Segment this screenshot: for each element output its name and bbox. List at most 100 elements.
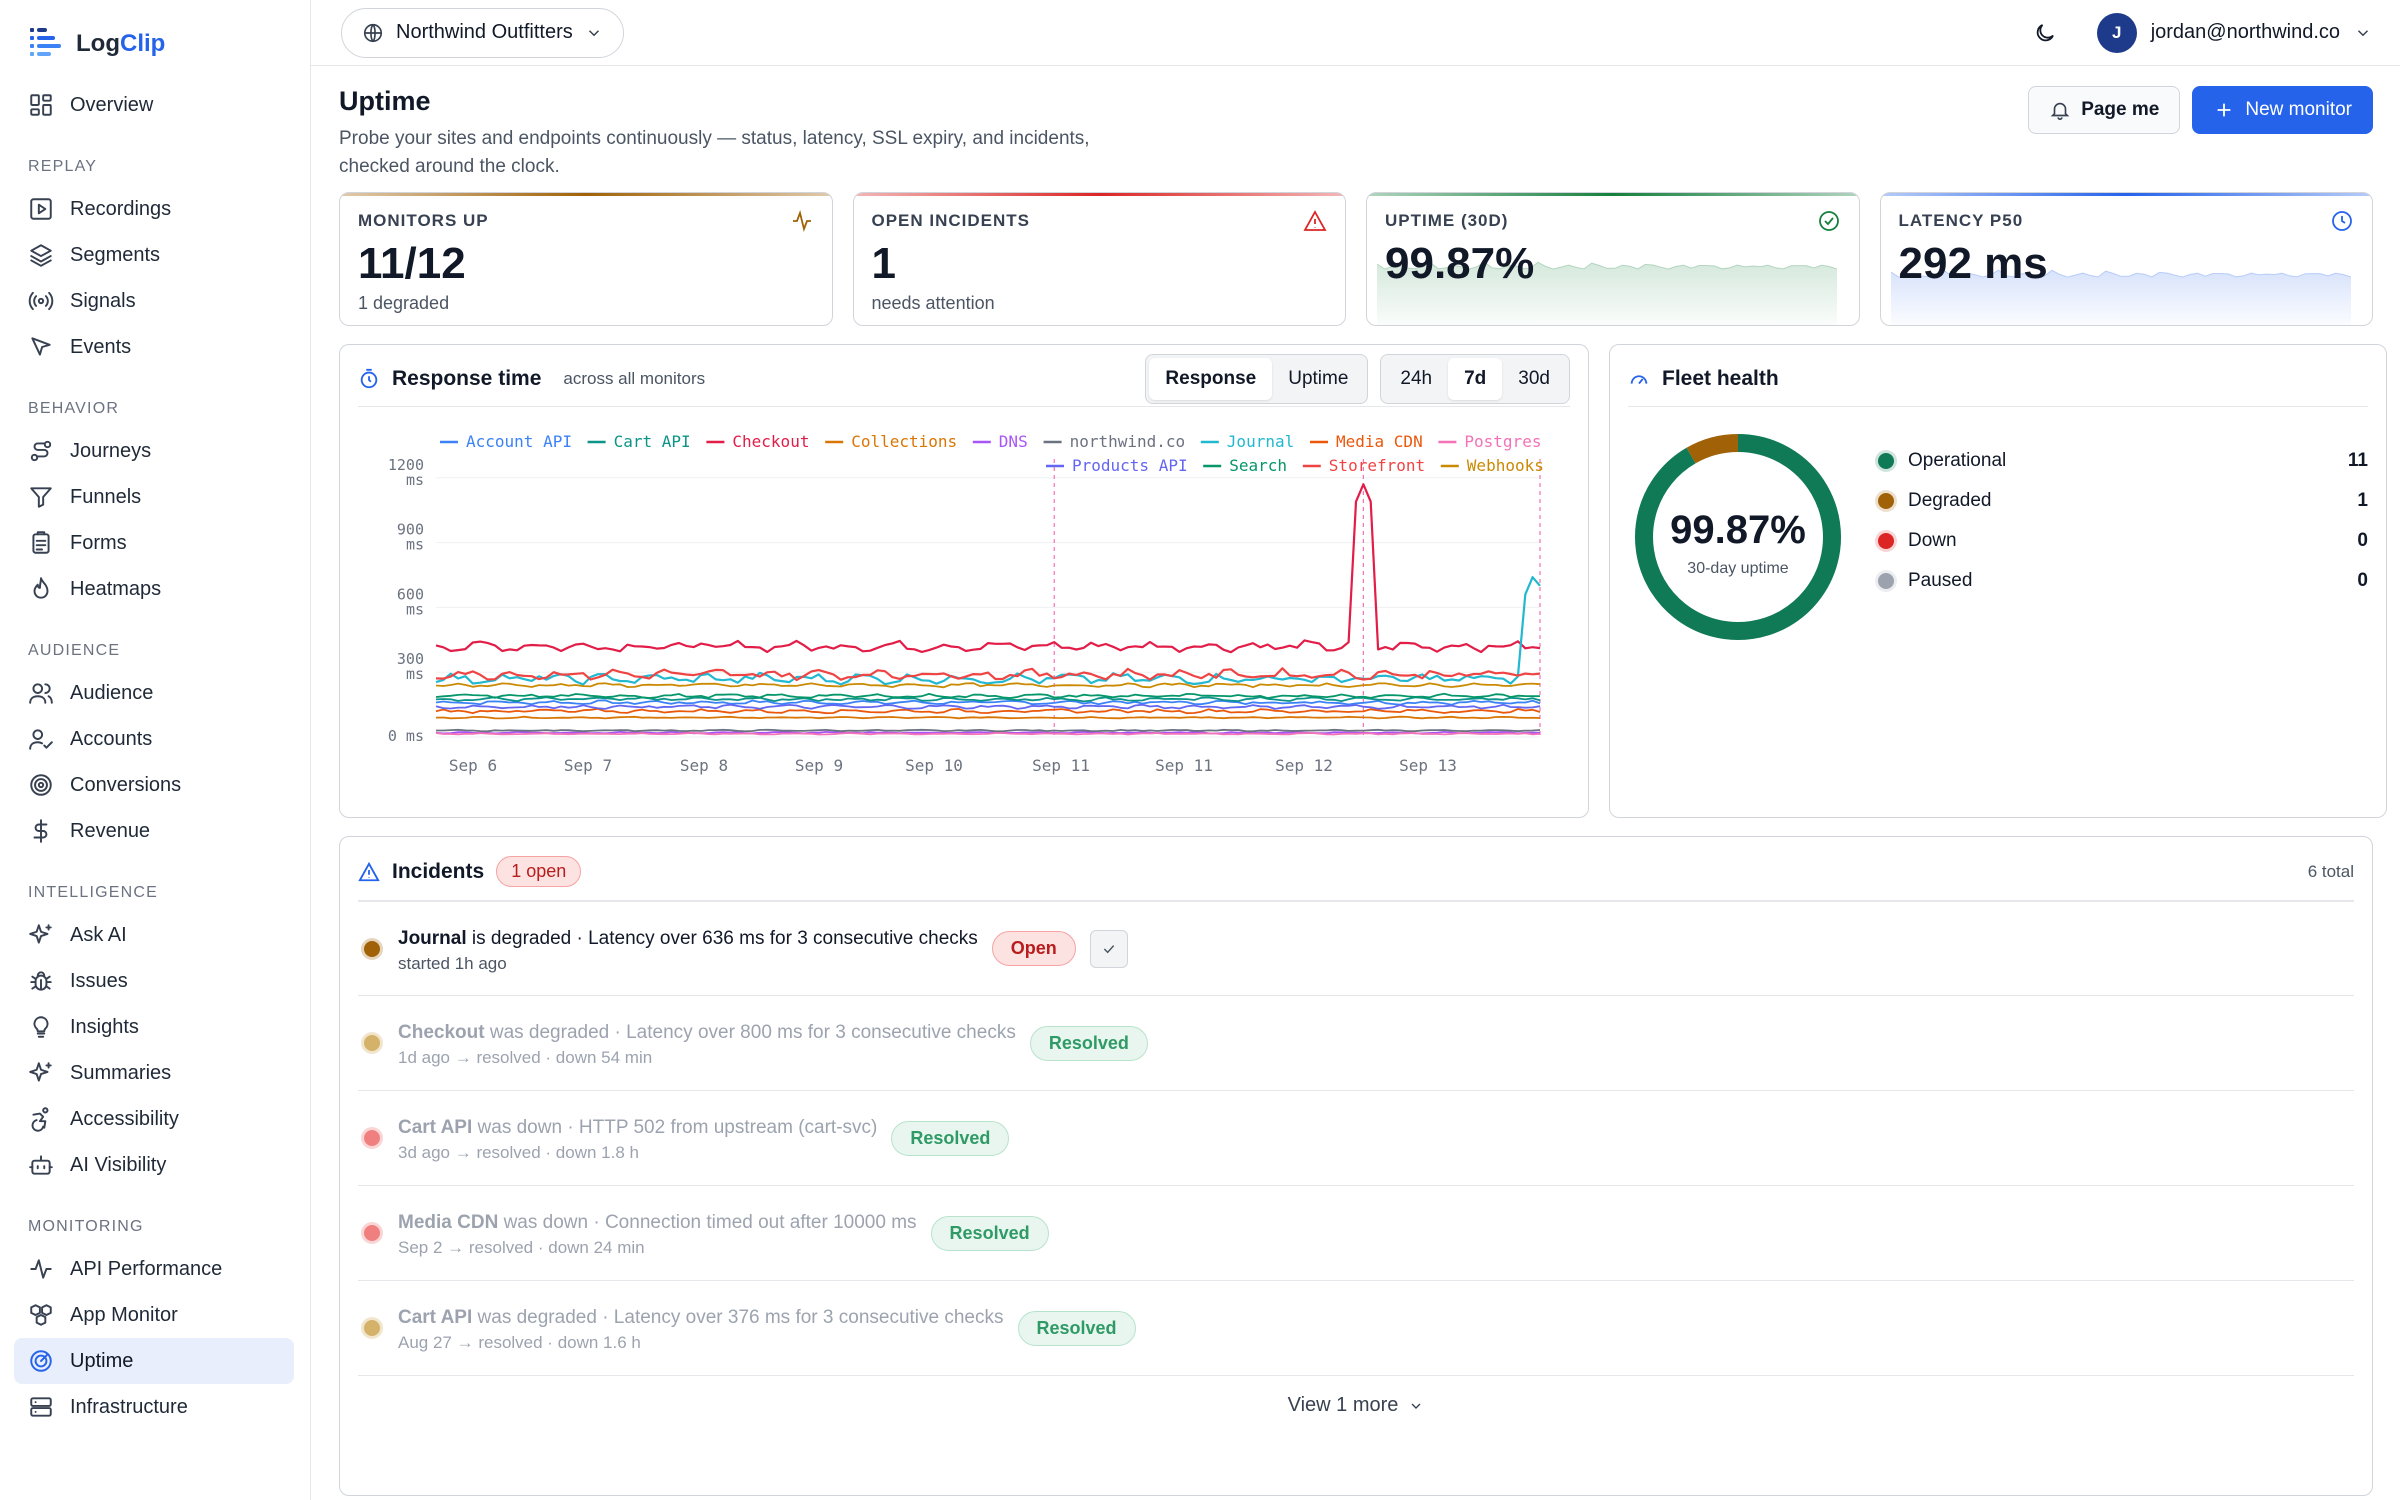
- sidebar-item-audience[interactable]: Audience: [14, 670, 294, 716]
- logo-text: LogClip: [76, 30, 166, 57]
- sidebar-item-funnels[interactable]: Funnels: [14, 474, 294, 520]
- clipboard-icon: [32, 531, 50, 554]
- kpi-sub: needs attention: [871, 293, 995, 313]
- sidebar-item-conversions[interactable]: Conversions: [14, 762, 294, 808]
- incident-detail: · Latency over 800 ms for 3 consecutive …: [609, 1022, 1016, 1043]
- sidebar-item-label: Ask AI: [70, 923, 127, 946]
- incident-monitor[interactable]: Journal: [398, 928, 467, 949]
- range-30d[interactable]: 30d: [1502, 358, 1566, 400]
- incident-row[interactable]: Journal is degraded · Latency over 636 m…: [358, 901, 2354, 996]
- incident-monitor[interactable]: Cart API: [398, 1117, 472, 1138]
- incident-row[interactable]: Cart API was degraded · Latency over 376…: [358, 1281, 2354, 1376]
- sidebar-item-label: Conversions: [70, 773, 182, 796]
- legend-count: 11: [2347, 450, 2368, 471]
- legend-item[interactable]: DNS: [972, 432, 1028, 451]
- play-square-icon: [30, 198, 52, 220]
- sidebar-item-insights[interactable]: Insights: [14, 1004, 294, 1050]
- legend-label: Products API: [1072, 456, 1188, 475]
- legend-label: Account API: [466, 432, 572, 451]
- range-7d[interactable]: 7d: [1448, 357, 1503, 400]
- legend-item[interactable]: Postgres: [1438, 432, 1541, 451]
- incident-monitor[interactable]: Checkout: [398, 1022, 485, 1043]
- server-icon: [30, 1397, 52, 1417]
- sidebar-item-accounts[interactable]: Accounts: [14, 716, 294, 762]
- sidebar-item-app-monitor[interactable]: App Monitor: [14, 1292, 294, 1338]
- legend-item[interactable]: Webhooks: [1440, 456, 1544, 475]
- incident-row[interactable]: Cart API was down · HTTP 502 from upstre…: [358, 1091, 2354, 1186]
- incident-row[interactable]: Checkout was degraded · Latency over 800…: [358, 996, 2354, 1091]
- fleet-donut: 99.87% 30-day uptime: [1635, 434, 1841, 640]
- legend-item[interactable]: Storefront: [1302, 456, 1425, 475]
- incident-status-badge: Open: [991, 931, 1076, 966]
- mode-response[interactable]: Response: [1149, 357, 1273, 400]
- incident-meta: 1d ago → resolved · down 54 min: [398, 1048, 653, 1067]
- legend-item[interactable]: Journal: [1200, 432, 1294, 451]
- legend-item[interactable]: Cart API: [587, 432, 691, 451]
- legend-item[interactable]: Media CDN: [1310, 432, 1423, 451]
- accessibility-icon: [31, 1107, 49, 1132]
- sidebar-item-summaries[interactable]: Summaries: [14, 1050, 294, 1096]
- legend-item[interactable]: Products API: [1046, 456, 1188, 475]
- legend-item[interactable]: northwind.co: [1043, 432, 1186, 451]
- sidebar-item-label: Signals: [70, 289, 136, 312]
- sidebar-item-revenue[interactable]: Revenue: [14, 808, 294, 854]
- logo[interactable]: LogClip: [28, 22, 294, 66]
- funnel-icon: [30, 487, 52, 508]
- legend-label: Postgres: [1464, 432, 1541, 451]
- legend-label: Degraded: [1908, 490, 1992, 511]
- legend-item[interactable]: Checkout: [706, 432, 809, 451]
- incident-monitor[interactable]: Cart API: [398, 1307, 472, 1328]
- incident-verb: was degraded: [472, 1307, 597, 1328]
- sidebar-item-ask-ai[interactable]: Ask AI: [14, 912, 294, 958]
- incident-monitor[interactable]: Media CDN: [398, 1212, 498, 1233]
- sidebar-item-label: Infrastructure: [70, 1395, 188, 1418]
- sidebar-item-heatmaps[interactable]: Heatmaps: [14, 566, 294, 612]
- sidebar-item-signals[interactable]: Signals: [14, 278, 294, 324]
- legend-item[interactable]: Collections: [825, 432, 957, 451]
- donut-uptime-label: 30-day uptime: [1687, 560, 1788, 577]
- mode-uptime[interactable]: Uptime: [1272, 358, 1364, 400]
- sidebar-item-journeys[interactable]: Journeys: [14, 428, 294, 474]
- status-dot: [1878, 453, 1894, 469]
- kpi-card-open-incidents: OPEN INCIDENTS 1 needs attention: [852, 192, 1346, 326]
- incidents-total: 6 total: [2307, 861, 2354, 881]
- sidebar-item-label: Events: [70, 335, 132, 358]
- sidebar-item-forms[interactable]: Forms: [14, 520, 294, 566]
- sidebar-item-recordings[interactable]: Recordings: [14, 186, 294, 232]
- legend-label: DNS: [999, 432, 1028, 451]
- org-selector[interactable]: Northwind Outfitters: [341, 7, 624, 58]
- sidebar-item-segments[interactable]: Segments: [14, 232, 294, 278]
- sidebar-item-label: Overview: [70, 93, 154, 116]
- users-icon: [29, 683, 53, 704]
- sidebar-item-overview[interactable]: Overview: [14, 82, 294, 128]
- nav-section-title: INTELLIGENCE: [28, 884, 158, 901]
- range-24h[interactable]: 24h: [1384, 358, 1448, 400]
- sidebar-item-api-performance[interactable]: API Performance: [14, 1246, 294, 1292]
- target-icon: [30, 774, 52, 796]
- sidebar-item-label: Segments: [70, 243, 161, 266]
- sidebar-item-issues[interactable]: Issues: [14, 958, 294, 1004]
- incident-status-badge: Resolved: [1017, 1310, 1136, 1346]
- status-dot: [1878, 533, 1894, 549]
- page-me-button[interactable]: Page me: [2028, 86, 2181, 134]
- x-tick-label: Sep 6: [449, 756, 497, 775]
- series-line-northwind-co: [436, 728, 1541, 733]
- sidebar-item-ai-visibility[interactable]: AI Visibility: [14, 1142, 294, 1188]
- kpi-value: 1: [871, 239, 896, 288]
- sidebar-item-events[interactable]: Events: [14, 324, 294, 370]
- y-tick-label: 1200 ms: [388, 456, 424, 489]
- view-more-button[interactable]: View 1 more: [358, 1376, 2354, 1417]
- incident-row[interactable]: Media CDN was down · Connection timed ou…: [358, 1186, 2354, 1281]
- legend-item[interactable]: Account API: [440, 432, 572, 451]
- grid-icon: [30, 94, 52, 116]
- acknowledge-button[interactable]: [1089, 929, 1128, 968]
- sidebar-item-infrastructure[interactable]: Infrastructure: [14, 1384, 294, 1430]
- sidebar-item-accessibility[interactable]: Accessibility: [14, 1096, 294, 1142]
- user-menu[interactable]: J jordan@northwind.co: [2096, 12, 2372, 53]
- legend-item[interactable]: Search: [1203, 456, 1287, 475]
- mode-toggle: Response Uptime: [1145, 353, 1369, 404]
- moon-icon[interactable]: [2033, 21, 2057, 45]
- new-monitor-button[interactable]: New monitor: [2192, 86, 2373, 134]
- response-time-card: Response time across all monitors Respon…: [339, 344, 1589, 818]
- sidebar-item-uptime[interactable]: Uptime: [14, 1338, 294, 1384]
